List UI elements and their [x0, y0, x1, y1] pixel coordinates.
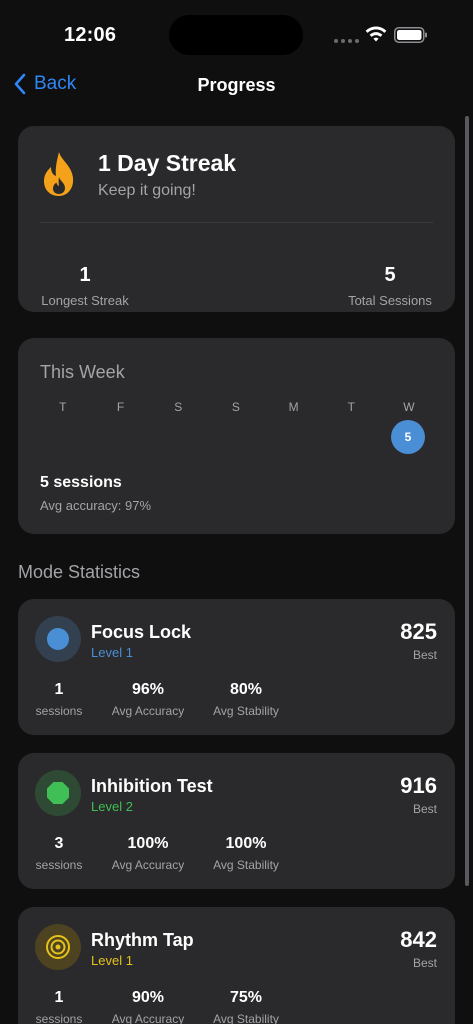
mode-best-score: 916 [400, 773, 437, 798]
mode-best-label: Best [412, 802, 437, 816]
mode-name: Rhythm Tap [91, 930, 194, 950]
weekday-row: T F S S M T W [34, 400, 438, 414]
mode-accuracy-value: 96% [131, 681, 165, 698]
mode-stability-label: Avg Stability [213, 858, 279, 872]
total-sessions-label: Total Sessions [348, 293, 432, 308]
week-title: This Week [40, 362, 125, 382]
mode-sessions-value: 3 [54, 835, 64, 852]
mode-name: Inhibition Test [91, 776, 213, 796]
weekday-label: S [174, 400, 183, 414]
circle-icon [35, 616, 81, 662]
scroll-content[interactable]: 1 Day Streak Keep it going! 1 Longest St… [0, 108, 473, 1024]
longest-streak-label: Longest Streak [41, 293, 129, 308]
flame-icon [44, 152, 74, 196]
mode-accuracy-label: Avg Accuracy [111, 1012, 185, 1024]
wifi-icon [365, 26, 387, 42]
mode-accuracy-value: 90% [131, 989, 165, 1006]
weekday-label: F [116, 400, 125, 414]
mode-stability-label: Avg Stability [213, 704, 279, 718]
mode-card-rhythm-tap[interactable]: Rhythm Tap Level 1 842 Best 1 sessions 9… [18, 907, 455, 1024]
mode-best-label: Best [412, 956, 437, 970]
signal-icon [334, 39, 359, 43]
page-title: Progress [197, 75, 276, 95]
mode-stability-label: Avg Stability [213, 1012, 279, 1024]
mode-sessions-label: sessions [35, 1012, 83, 1024]
mode-best-score: 825 [400, 619, 437, 644]
mode-sessions-value: 1 [54, 681, 64, 698]
divider [40, 222, 433, 223]
mode-stability-value: 75% [229, 989, 263, 1006]
week-sessions: 5 sessions [40, 474, 122, 491]
status-time: 12:06 [64, 24, 117, 46]
mode-accuracy-label: Avg Accuracy [111, 858, 185, 872]
weekday-label: M [288, 400, 299, 414]
weekday-label: T [347, 400, 355, 414]
weekday-label: W [403, 400, 415, 414]
mode-stability-value: 80% [229, 681, 263, 698]
mode-best-label: Best [412, 648, 437, 662]
today-session-count[interactable]: 5 [391, 420, 425, 454]
mode-name: Focus Lock [91, 622, 192, 642]
week-card: This Week T F S S M T W 5 5 sessions Avg… [18, 338, 455, 534]
weekday-label: S [231, 400, 240, 414]
week-avg-accuracy: Avg accuracy: 97% [40, 498, 152, 513]
mode-accuracy-value: 100% [127, 835, 169, 852]
mode-card-inhibition-test[interactable]: Inhibition Test Level 2 916 Best 3 sessi… [18, 753, 455, 889]
mode-sessions-label: sessions [35, 858, 83, 872]
mode-card-focus-lock[interactable]: Focus Lock Level 1 825 Best 1 sessions 9… [18, 599, 455, 735]
weekday-label: T [59, 400, 67, 414]
dynamic-island [169, 15, 303, 55]
mode-level: Level 1 [91, 953, 133, 968]
total-sessions-value: 5 [384, 264, 396, 286]
battery-icon [394, 27, 427, 43]
octagon-icon [35, 770, 81, 816]
mode-level: Level 1 [91, 645, 133, 660]
streak-card: 1 Day Streak Keep it going! 1 Longest St… [18, 126, 455, 312]
mode-accuracy-label: Avg Accuracy [111, 704, 185, 718]
section-title: Mode Statistics [18, 562, 141, 582]
streak-title: 1 Day Streak [98, 150, 237, 176]
target-icon [35, 924, 81, 970]
mode-best-score: 842 [400, 927, 437, 952]
streak-subtitle: Keep it going! [98, 182, 196, 199]
mode-sessions-value: 1 [54, 989, 64, 1006]
scrollbar[interactable] [465, 116, 469, 886]
longest-streak-value: 1 [79, 264, 91, 286]
status-bar: 12:06 [0, 0, 473, 64]
mode-stability-value: 100% [225, 835, 267, 852]
navigation-bar: Back Progress [0, 64, 473, 108]
mode-level: Level 2 [91, 799, 133, 814]
mode-sessions-label: sessions [35, 704, 83, 718]
